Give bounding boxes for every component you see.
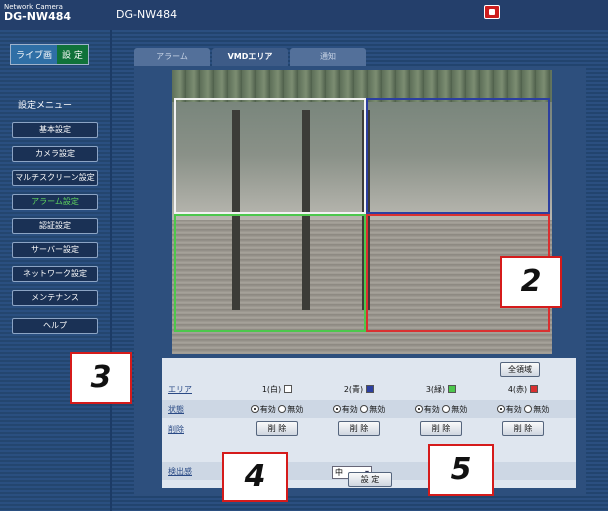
radio-enable-label: 有効 (423, 405, 440, 414)
area-3-status[interactable]: 有効 無効 (400, 404, 482, 415)
brand-logo: Network Camera DG-NW484 (4, 2, 71, 22)
area-4-header: 4(赤) (482, 384, 564, 395)
area-label: 2(青) (343, 385, 364, 394)
area-label: 1(白) (261, 385, 282, 394)
radio-disable-label: 無効 (533, 405, 550, 414)
area-1-header: 1(白) (236, 384, 318, 395)
radio-enable[interactable] (496, 405, 505, 413)
area-4-delete-button[interactable]: 削 除 (502, 421, 544, 436)
vmd-area-1[interactable] (174, 98, 366, 214)
area-3-header: 3(緑) (400, 384, 482, 395)
menu-basic[interactable]: 基本設定 (12, 122, 98, 138)
area-label: 3(緑) (425, 385, 446, 394)
model-name: DG-NW484 (116, 8, 178, 21)
radio-disable-label: 無効 (287, 405, 304, 414)
radio-disable-label: 無効 (451, 405, 468, 414)
menu-title: 設定メニュー (18, 101, 73, 111)
all-area-button[interactable]: 全領域 (500, 362, 540, 377)
area-2-header: 2(青) (318, 384, 400, 395)
tab-setup[interactable]: 設 定 (57, 45, 88, 64)
set-button[interactable]: 設 定 (348, 472, 392, 487)
row-label-delete: 削除 (168, 425, 184, 434)
area-1-status[interactable]: 有効 無効 (236, 404, 318, 415)
radio-disable[interactable] (278, 405, 287, 413)
callout-2: 2 (500, 256, 562, 308)
callout-5: 5 (428, 444, 494, 496)
menu-multiscreen[interactable]: マルチスクリーン設定 (12, 170, 98, 186)
radio-enable-label: 有効 (341, 405, 358, 414)
menu-auth[interactable]: 認証設定 (12, 218, 98, 234)
header-bar: Network Camera DG-NW484 DG-NW484 (0, 0, 608, 30)
area-label: 4(赤) (507, 385, 528, 394)
mode-tabs: ライブ画 設 定 (10, 44, 89, 65)
radio-disable[interactable] (524, 405, 533, 413)
callout-4: 4 (222, 452, 288, 502)
area-3-delete-button[interactable]: 削 除 (420, 421, 462, 436)
alarm-indicator-icon[interactable] (484, 5, 500, 19)
radio-disable-label: 無効 (369, 405, 386, 414)
area-2-delete-button[interactable]: 削 除 (338, 421, 380, 436)
radio-enable[interactable] (250, 405, 259, 413)
callout-3: 3 (70, 352, 132, 404)
menu-server[interactable]: サーバー設定 (12, 242, 98, 258)
tab-bar: アラーム VMDエリア 通知 (134, 48, 368, 66)
menu-camera[interactable]: カメラ設定 (12, 146, 98, 162)
sidebar: ライブ画 設 定 設定メニュー 基本設定 カメラ設定 マルチスクリーン設定 アラ… (0, 30, 110, 511)
tab-notification[interactable]: 通知 (290, 48, 366, 66)
radio-enable[interactable] (332, 405, 341, 413)
area-color-swatch (448, 385, 457, 393)
tab-alarm[interactable]: アラーム (134, 48, 210, 66)
area-2-status[interactable]: 有効 無効 (318, 404, 400, 415)
tab-vmd-area[interactable]: VMDエリア (212, 48, 288, 66)
area-1-delete-button[interactable]: 削 除 (256, 421, 298, 436)
row-label-status: 状態 (168, 405, 184, 414)
area-4-status[interactable]: 有効 無効 (482, 404, 564, 415)
menu-help[interactable]: ヘルプ (12, 318, 98, 334)
radio-enable-label: 有効 (259, 405, 276, 414)
vmd-area-2[interactable] (366, 98, 550, 214)
vmd-area-3[interactable] (174, 214, 366, 332)
sensitivity-value: 中 (335, 468, 343, 477)
row-label-sensitivity: 検出感 (168, 467, 192, 476)
radio-enable[interactable] (414, 405, 423, 413)
menu-network[interactable]: ネットワーク設定 (12, 266, 98, 282)
area-color-swatch (366, 385, 375, 393)
radio-enable-label: 有効 (505, 405, 522, 414)
area-color-swatch (284, 385, 293, 393)
area-color-swatch (530, 385, 539, 393)
camera-image[interactable] (172, 70, 552, 354)
menu-maintenance[interactable]: メンテナンス (12, 290, 98, 306)
menu-alarm[interactable]: アラーム設定 (12, 194, 98, 210)
row-label-area: エリア (168, 385, 192, 394)
radio-disable[interactable] (442, 405, 451, 413)
brand-line2: DG-NW484 (4, 10, 72, 23)
radio-disable[interactable] (360, 405, 369, 413)
tab-live[interactable]: ライブ画 (11, 45, 58, 64)
app-window: Network Camera DG-NW484 DG-NW484 ライブ画 設 … (0, 0, 608, 511)
